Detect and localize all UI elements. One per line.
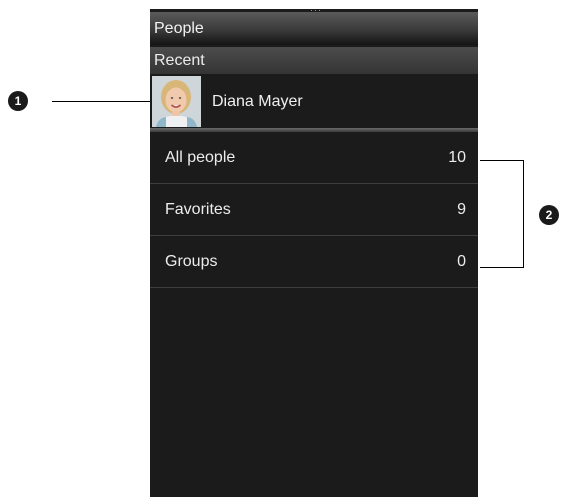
callout-bracket-top xyxy=(480,160,524,161)
list-item-label: All people xyxy=(165,149,236,166)
people-screen: ··· People Recent Diana May xyxy=(150,9,478,497)
callout-badge-1: 1 xyxy=(8,91,28,111)
list-item-count: 10 xyxy=(448,149,466,166)
list-item-label: Favorites xyxy=(165,201,231,218)
callout-bracket-bottom xyxy=(480,267,524,268)
avatar xyxy=(152,76,201,127)
list-item-count: 9 xyxy=(457,201,466,218)
list-item-count: 0 xyxy=(457,253,466,270)
callout-badge-2: 2 xyxy=(539,205,559,225)
callout-line-1 xyxy=(52,101,150,102)
list-item-all-people[interactable]: All people 10 xyxy=(150,132,478,184)
recent-contact-item[interactable]: Diana Mayer xyxy=(150,75,478,128)
list-item-label: Groups xyxy=(165,253,218,270)
list-item-groups[interactable]: Groups 0 xyxy=(150,236,478,288)
contact-name: Diana Mayer xyxy=(212,93,303,110)
section-header-recent: Recent xyxy=(150,47,478,74)
page-title: People xyxy=(150,12,478,45)
list-item-favorites[interactable]: Favorites 9 xyxy=(150,184,478,236)
callout-bracket-vertical xyxy=(523,160,524,268)
